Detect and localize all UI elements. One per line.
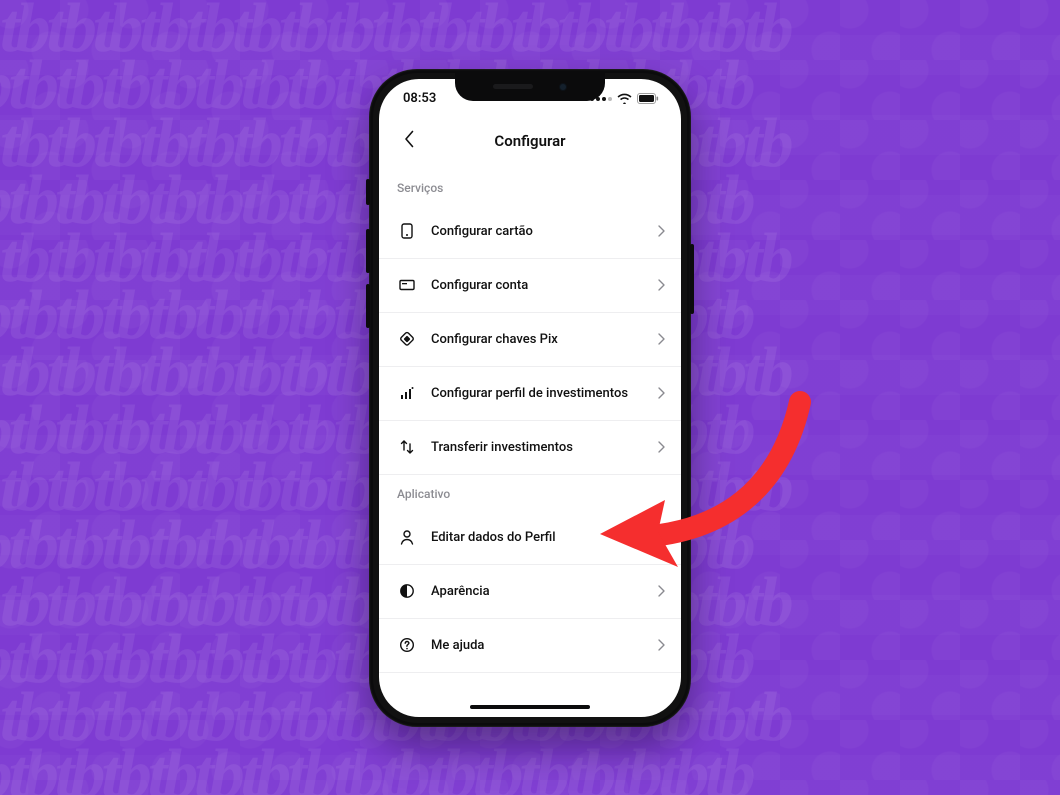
row-configurar-pix[interactable]: Configurar chaves Pix [379, 313, 681, 367]
phone-volume-down [366, 284, 370, 328]
phone-front-camera [559, 83, 567, 91]
back-button[interactable] [391, 119, 427, 163]
status-right [590, 93, 659, 104]
row-label: Transferir investimentos [431, 440, 644, 455]
chevron-right-icon [658, 528, 665, 547]
transfer-icon [397, 437, 417, 457]
account-icon [397, 275, 417, 295]
row-label: Configurar conta [431, 278, 644, 293]
row-label: Configurar cartão [431, 224, 644, 239]
phone-power-button [690, 244, 694, 314]
phone-silence-switch [366, 179, 370, 205]
row-label: Editar dados do Perfil [431, 530, 644, 545]
chevron-right-icon [658, 438, 665, 457]
row-label: Aparência [431, 584, 644, 599]
chevron-right-icon [658, 276, 665, 295]
phone-notch [455, 73, 605, 101]
section-title-servicos: Serviços [379, 169, 681, 205]
wifi-icon [617, 93, 632, 104]
pix-icon [397, 329, 417, 349]
phone-bezel: 08:53 [373, 73, 687, 723]
phone-screen: 08:53 [379, 79, 681, 717]
phone-frame: 08:53 [369, 69, 691, 727]
settings-content: Serviços Configurar cartão [379, 163, 681, 717]
row-transferir-investimentos[interactable]: Transferir investimentos [379, 421, 681, 475]
row-configurar-conta[interactable]: Configurar conta [379, 259, 681, 313]
row-label: Me ajuda [431, 638, 644, 653]
app-header: Configurar [379, 119, 681, 163]
status-time: 08:53 [403, 91, 436, 106]
chevron-right-icon [658, 384, 665, 403]
moon-icon [397, 581, 417, 601]
chevron-right-icon [658, 582, 665, 601]
battery-icon [637, 93, 659, 104]
section-list-aplicativo: Editar dados do Perfil Aparência [379, 511, 681, 673]
row-configurar-investimentos[interactable]: Configurar perfil de investimentos [379, 367, 681, 421]
row-editar-perfil[interactable]: Editar dados do Perfil [379, 511, 681, 565]
page-title: Configurar [494, 132, 565, 150]
phone-volume-up [366, 229, 370, 273]
card-icon [397, 221, 417, 241]
phone-speaker [493, 84, 533, 89]
section-title-aplicativo: Aplicativo [379, 475, 681, 511]
row-label: Configurar perfil de investimentos [431, 386, 644, 401]
row-configurar-cartao[interactable]: Configurar cartão [379, 205, 681, 259]
bars-icon [397, 383, 417, 403]
phone-mockup: 08:53 [369, 69, 691, 727]
row-label: Configurar chaves Pix [431, 332, 644, 347]
home-indicator [470, 705, 590, 709]
person-icon [397, 527, 417, 547]
chevron-right-icon [658, 330, 665, 349]
chevron-left-icon [404, 130, 414, 151]
help-icon [397, 635, 417, 655]
row-aparencia[interactable]: Aparência [379, 565, 681, 619]
chevron-right-icon [658, 222, 665, 241]
chevron-right-icon [658, 636, 665, 655]
section-list-servicos: Configurar cartão Configurar conta [379, 205, 681, 475]
row-me-ajuda[interactable]: Me ajuda [379, 619, 681, 673]
